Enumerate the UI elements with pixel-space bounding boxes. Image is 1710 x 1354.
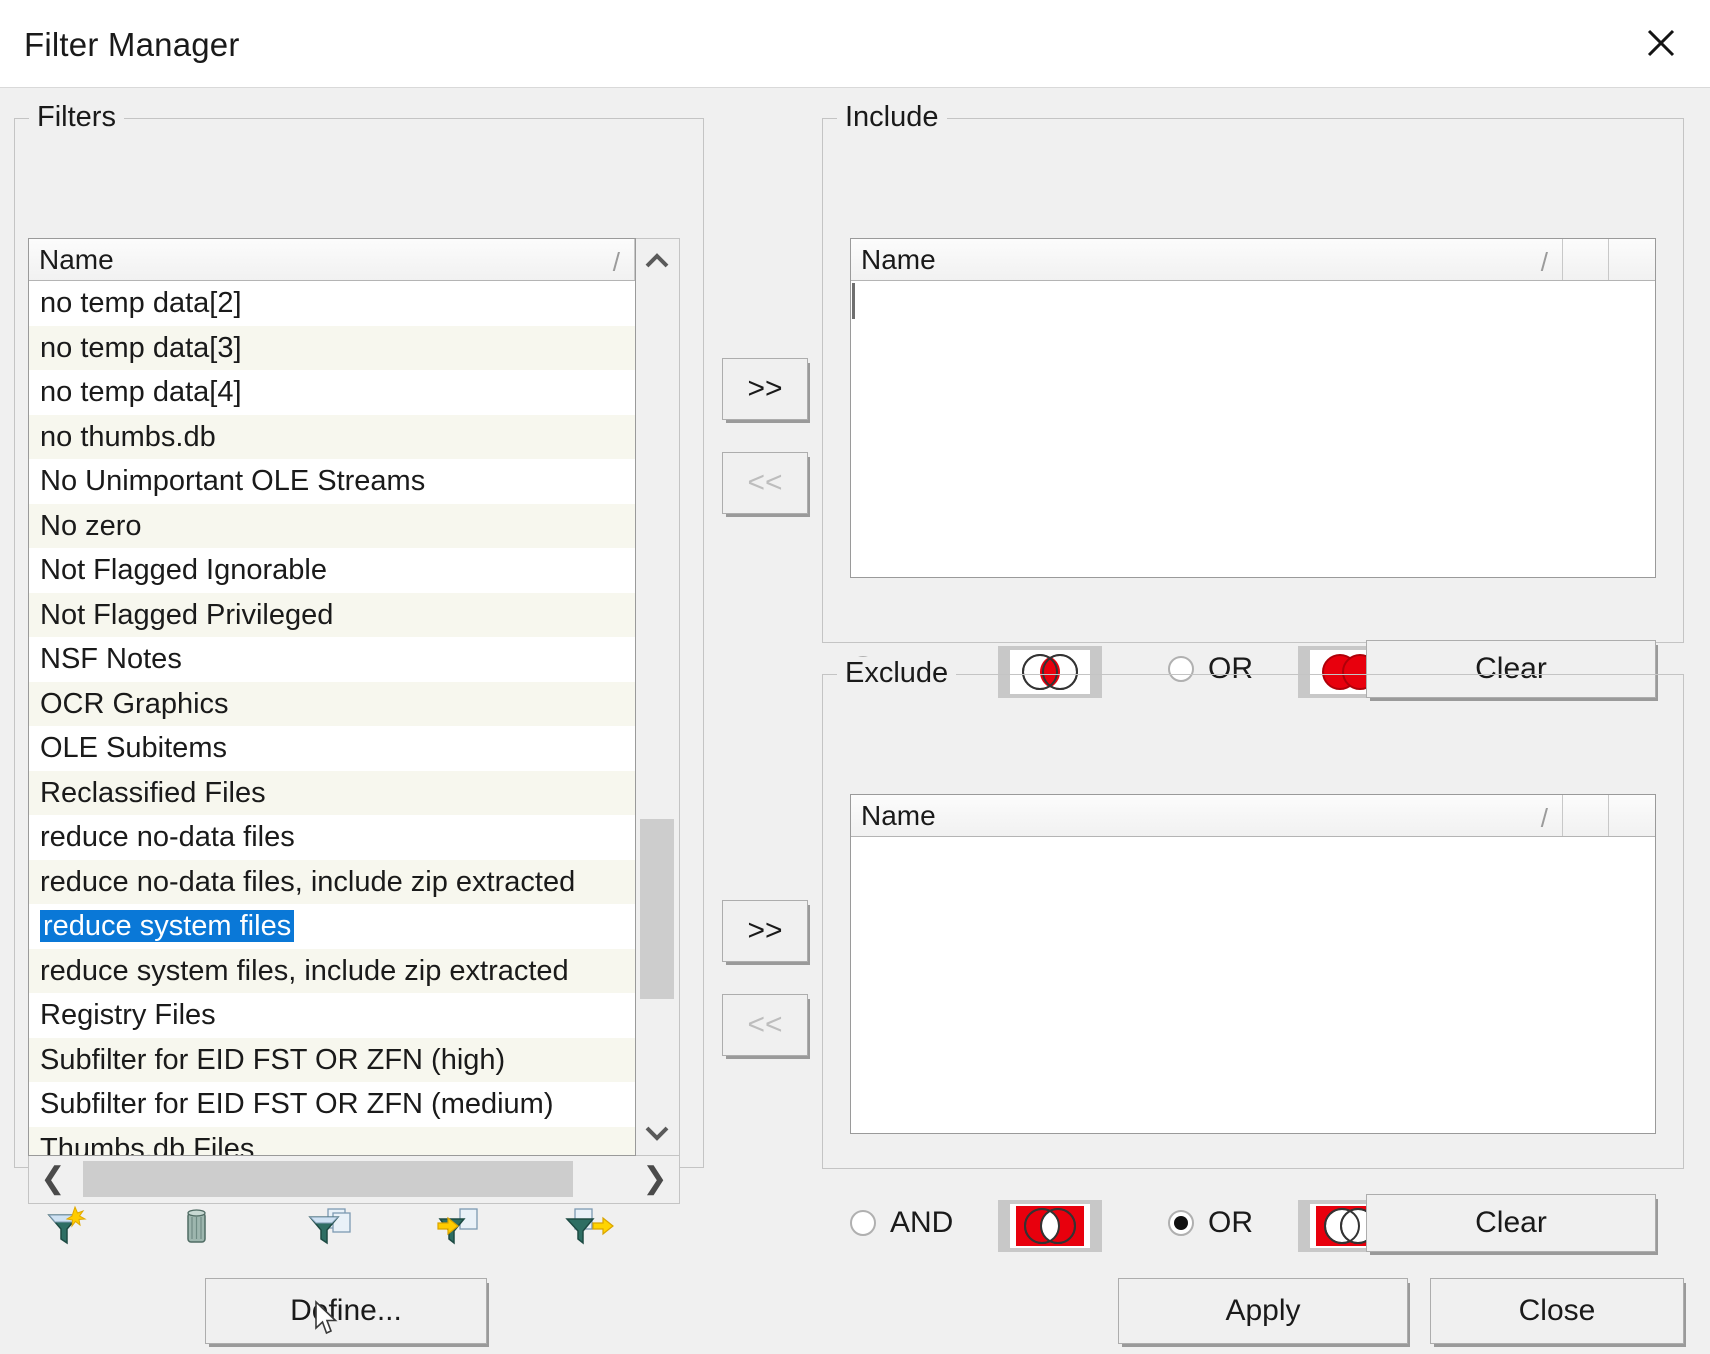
filter-item-label: reduce system files, include zip extract… xyxy=(40,954,569,987)
filters-column-name-label: Name xyxy=(39,243,114,275)
close-button[interactable]: Close xyxy=(1430,1278,1684,1344)
include-remove-button[interactable]: << xyxy=(722,452,808,514)
filters-vertical-scrollbar[interactable] xyxy=(636,238,680,1156)
delete-filter-icon[interactable] xyxy=(168,1198,224,1254)
list-item[interactable]: Subfilter for EID FST OR ZFN (high) xyxy=(29,1037,635,1082)
exclude-and-radio[interactable]: AND xyxy=(850,1190,953,1256)
list-item[interactable]: No Unimportant OLE Streams xyxy=(29,459,635,504)
dialog-body: Filters Name / no temp data[2] no temp da… xyxy=(0,88,1710,1354)
exclude-column-pad-1 xyxy=(1563,795,1609,836)
list-item[interactable]: no temp data[3] xyxy=(29,325,635,370)
exclude-and-radio-dot xyxy=(850,1210,876,1236)
list-item[interactable]: OLE Subitems xyxy=(29,726,635,771)
filter-manager-window: Filter Manager Filters Name / no temp da… xyxy=(0,0,1710,1354)
filter-item-label: no temp data[3] xyxy=(40,331,242,364)
scroll-down-icon[interactable] xyxy=(636,1111,678,1155)
include-list[interactable]: Name / xyxy=(850,238,1656,578)
filter-item-label: Subfilter for EID FST OR ZFN (medium) xyxy=(40,1088,554,1120)
exclude-legend: Exclude xyxy=(837,657,957,690)
list-item[interactable]: no temp data[2] xyxy=(29,281,635,326)
include-add-button[interactable]: >> xyxy=(722,358,808,420)
filter-item-label: Reclassified Files xyxy=(40,776,266,809)
apply-button[interactable]: Apply xyxy=(1118,1278,1408,1344)
list-item[interactable]: Subfilter for EID FST OR ZFN (medium) xyxy=(29,1082,635,1127)
define-button[interactable]: Define... xyxy=(205,1278,487,1344)
filters-rows: no temp data[2] no temp data[3] no temp da… xyxy=(29,281,635,1155)
export-filter-icon[interactable] xyxy=(562,1198,618,1254)
list-item[interactable]: Not Flagged Privileged xyxy=(29,592,635,637)
list-item[interactable]: Registry Files xyxy=(29,993,635,1038)
include-rows xyxy=(851,281,1655,577)
filter-item-label: reduce no-data files, include zip extrac… xyxy=(40,865,576,898)
title-bar: Filter Manager xyxy=(0,0,1710,88)
close-icon[interactable] xyxy=(1612,0,1710,86)
list-item[interactable]: no temp data[4] xyxy=(29,370,635,415)
import-filter-icon[interactable] xyxy=(430,1198,486,1254)
exclude-add-button[interactable]: >> xyxy=(722,900,808,962)
filters-column-name[interactable]: Name / xyxy=(29,239,635,280)
exclude-or-radio-dot xyxy=(1168,1210,1194,1236)
filter-item-label: Thumbs.db Files xyxy=(40,1132,255,1156)
list-item[interactable]: NSF Notes xyxy=(29,637,635,682)
exclude-or-radio[interactable]: OR xyxy=(1168,1190,1253,1256)
sort-ascending-icon: / xyxy=(612,247,620,277)
include-column-name-label: Name xyxy=(861,243,936,275)
list-item[interactable]: Not Flagged Ignorable xyxy=(29,548,635,593)
exclude-column-header: Name / xyxy=(851,795,1655,837)
copy-filter-icon[interactable] xyxy=(302,1198,358,1254)
include-legend: Include xyxy=(837,101,947,134)
exclude-or-label: OR xyxy=(1208,1206,1253,1239)
list-item[interactable]: no thumbs.db xyxy=(29,414,635,459)
scroll-up-icon[interactable] xyxy=(636,239,678,283)
sort-ascending-icon: / xyxy=(1540,803,1548,833)
exclude-column-name[interactable]: Name / xyxy=(851,795,1563,836)
sort-ascending-icon: / xyxy=(1540,247,1548,277)
filter-item-label: No Unimportant OLE Streams xyxy=(40,465,426,497)
include-column-name[interactable]: Name / xyxy=(851,239,1563,280)
include-column-pad-2 xyxy=(1609,239,1655,280)
filter-item-label: Not Flagged Ignorable xyxy=(40,554,327,586)
include-column-pad-1 xyxy=(1563,239,1609,280)
list-item[interactable]: No zero xyxy=(29,503,635,548)
exclude-column-name-label: Name xyxy=(861,799,936,831)
filters-list[interactable]: Name / no temp data[2] no temp data[3] no … xyxy=(28,238,636,1156)
exclude-list[interactable]: Name / xyxy=(850,794,1656,1134)
list-item[interactable]: reduce system files xyxy=(29,904,635,949)
filter-item-label: reduce system files xyxy=(40,910,295,942)
list-item[interactable]: reduce no-data files xyxy=(29,815,635,860)
exclude-remove-button[interactable]: << xyxy=(722,994,808,1056)
filter-item-label: NSF Notes xyxy=(40,643,182,675)
filter-item-label: No zero xyxy=(40,509,142,542)
include-column-header: Name / xyxy=(851,239,1655,281)
page-title: Filter Manager xyxy=(24,26,240,63)
exclude-logic-row: AND OR Clear xyxy=(850,1190,1656,1256)
vertical-scroll-thumb[interactable] xyxy=(640,819,674,999)
list-item[interactable]: reduce no-data files, include zip extrac… xyxy=(29,859,635,904)
filter-item-label: Subfilter for EID FST OR ZFN (high) xyxy=(40,1043,506,1076)
exclude-clear-button[interactable]: Clear xyxy=(1366,1194,1656,1252)
filter-item-label: Not Flagged Privileged xyxy=(40,598,334,631)
filters-legend: Filters xyxy=(29,101,124,134)
venn-inverse-intersection-icon[interactable] xyxy=(998,1200,1102,1252)
filter-item-label: OCR Graphics xyxy=(40,687,229,720)
filter-item-label: reduce no-data files xyxy=(40,821,295,853)
list-item[interactable]: Reclassified Files xyxy=(29,770,635,815)
new-filter-icon[interactable] xyxy=(36,1198,92,1254)
exclude-column-pad-2 xyxy=(1609,795,1655,836)
list-item[interactable]: Thumbs.db Files xyxy=(29,1126,635,1156)
list-item[interactable]: reduce system files, include zip extract… xyxy=(29,948,635,993)
filter-item-label: no temp data[2] xyxy=(40,287,242,319)
filter-item-label: OLE Subitems xyxy=(40,732,227,764)
filter-item-label: no thumbs.db xyxy=(40,420,216,453)
exclude-and-label: AND xyxy=(890,1206,954,1239)
exclude-rows xyxy=(851,837,1655,1133)
list-item[interactable]: OCR Graphics xyxy=(29,681,635,726)
filters-column-header: Name / xyxy=(29,239,635,281)
filter-item-label: Registry Files xyxy=(40,999,216,1031)
filter-item-label: no temp data[4] xyxy=(40,376,242,408)
filters-toolbar xyxy=(14,1186,704,1276)
